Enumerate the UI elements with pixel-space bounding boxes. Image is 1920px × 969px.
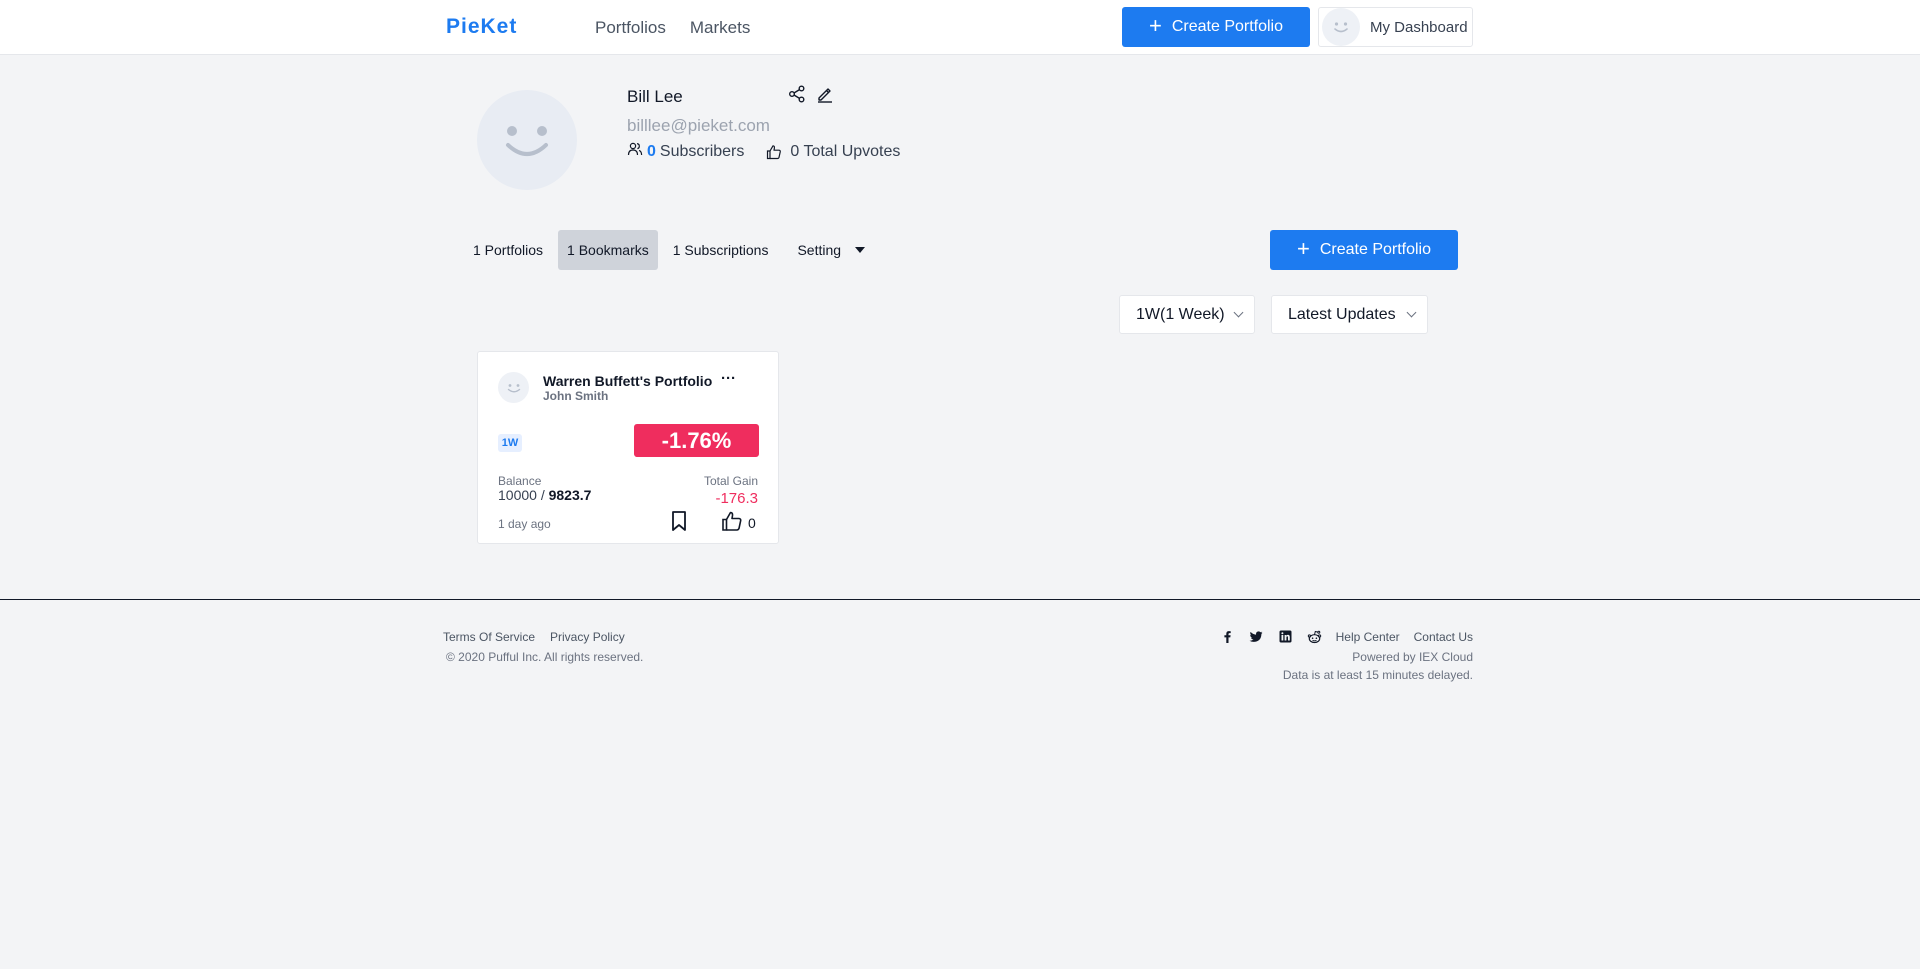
plus-icon: + (1296, 236, 1310, 261)
profile-name: Bill Lee (627, 87, 683, 106)
balance-start: 10000 (498, 487, 537, 503)
period-select-value: 1W(1 Week) (1136, 305, 1225, 323)
profile-tabs: 1 Portfolios 1 Bookmarks 1 Subscriptions… (464, 230, 874, 270)
terms-link[interactable]: Terms Of Service (443, 630, 535, 644)
total-gain-label: Total Gain (703, 474, 758, 488)
balance-label: Balance (498, 474, 542, 488)
profile-email: billlee@pieket.com (627, 116, 770, 135)
chevron-down-icon (1233, 307, 1244, 318)
subscribers-label: Subscribers (659, 142, 745, 160)
thumbs-up-icon[interactable] (721, 510, 743, 532)
change-percent: -1.76% (634, 424, 759, 457)
portfolio-card[interactable]: Warren Buffett's Portfolio ··· John Smit… (477, 351, 779, 544)
subscribers-count: 0 (647, 142, 656, 160)
balance-value: 10000 / 9823.7 (498, 487, 591, 503)
logo[interactable]: PieKet (446, 15, 517, 39)
nav-markets[interactable]: Markets (690, 18, 750, 38)
footer-right-links: Help Center Contact Us (1220, 629, 1473, 644)
card-actions: 0 (669, 510, 756, 532)
header-create-portfolio-button[interactable]: + Create Portfolio (1122, 7, 1310, 47)
copyright: © 2020 Pufful Inc. All rights reserved. (446, 650, 644, 664)
chevron-down-icon (1406, 307, 1417, 318)
tab-portfolios[interactable]: 1 Portfolios (464, 230, 552, 270)
period-select[interactable]: 1W(1 Week) (1119, 295, 1255, 334)
smiley-avatar-icon (506, 126, 548, 156)
create-portfolio-button[interactable]: + Create Portfolio (1270, 230, 1458, 270)
tab-subscriptions[interactable]: 1 Subscriptions (664, 230, 778, 270)
balance-current: 9823.7 (548, 487, 592, 503)
contact-us-link[interactable]: Contact Us (1414, 630, 1473, 644)
profile-stats: 0 Subscribers 0 Total Upvotes (627, 141, 900, 162)
sort-select[interactable]: Latest Updates (1271, 295, 1428, 334)
facebook-icon[interactable] (1220, 629, 1235, 644)
period-badge: 1W (498, 434, 522, 452)
twitter-icon[interactable] (1249, 629, 1264, 644)
total-upvotes: 0 Total Upvotes (790, 142, 901, 160)
smiley-avatar-icon (1322, 8, 1360, 46)
tab-setting-label: Setting (797, 242, 842, 258)
edit-icon[interactable] (816, 85, 834, 103)
footer-divider (0, 599, 1920, 600)
share-icon[interactable] (788, 85, 806, 103)
header-create-portfolio-label: Create Portfolio (1171, 18, 1284, 35)
upvote-count: 0 (748, 515, 756, 531)
tab-bookmarks[interactable]: 1 Bookmarks (558, 230, 658, 270)
thumbs-up-icon (766, 144, 782, 160)
total-gain-value: -176.3 (715, 490, 758, 507)
last-updated: 1 day ago (498, 517, 551, 531)
profile-actions (788, 85, 834, 103)
bookmark-icon[interactable] (669, 510, 689, 532)
footer-links: Terms Of Service Privacy Policy (443, 630, 625, 644)
portfolio-title[interactable]: Warren Buffett's Portfolio (543, 373, 712, 389)
powered-by: Powered by IEX Cloud (1352, 650, 1473, 664)
reddit-icon[interactable] (1307, 629, 1322, 644)
caret-down-icon (855, 247, 866, 253)
more-options-icon[interactable]: ··· (721, 370, 736, 387)
profile-avatar (477, 90, 577, 190)
smiley-avatar-icon (498, 372, 529, 403)
help-center-link[interactable]: Help Center (1336, 630, 1400, 644)
top-header: PieKet Portfolios Markets + Create Portf… (0, 0, 1920, 55)
plus-icon: + (1148, 13, 1162, 38)
nav-portfolios[interactable]: Portfolios (595, 18, 666, 38)
my-dashboard-label: My Dashboard (1370, 18, 1468, 36)
portfolio-owner[interactable]: John Smith (543, 389, 608, 403)
create-portfolio-label: Create Portfolio (1319, 241, 1432, 258)
main-nav: Portfolios Markets (595, 18, 750, 38)
privacy-link[interactable]: Privacy Policy (550, 630, 625, 644)
my-dashboard-button[interactable]: My Dashboard (1318, 7, 1473, 47)
users-icon (627, 141, 643, 162)
tab-setting-dropdown[interactable]: Setting (783, 230, 874, 270)
balance-separator: / (536, 487, 549, 503)
sort-select-value: Latest Updates (1288, 305, 1396, 323)
data-delay-note: Data is at least 15 minutes delayed. (1282, 668, 1473, 682)
linkedin-icon[interactable] (1278, 629, 1293, 644)
